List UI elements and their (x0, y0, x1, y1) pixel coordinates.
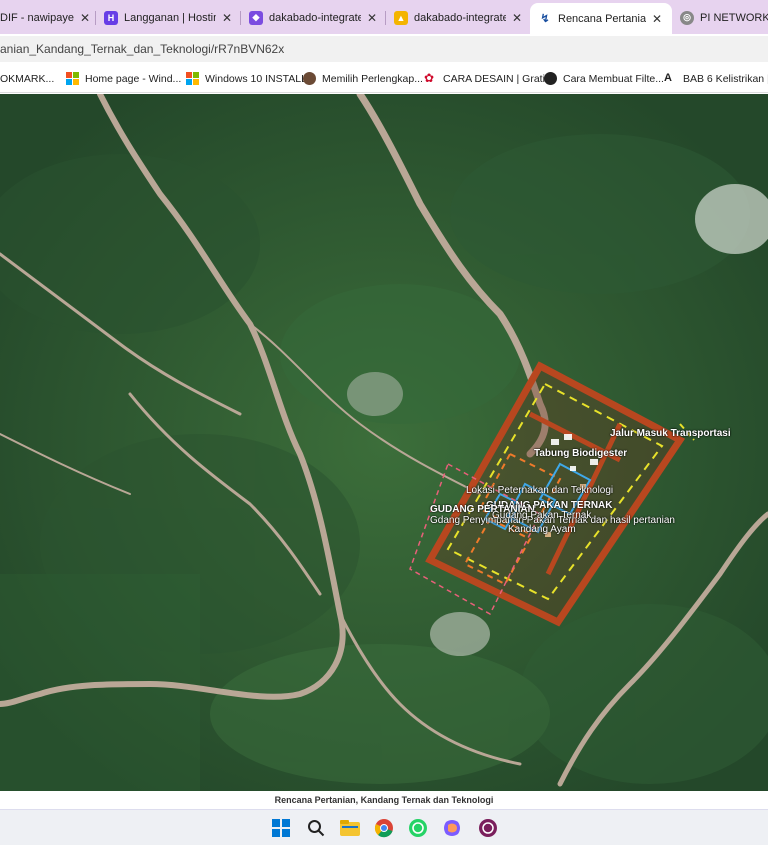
bookmark-label: Cara Membuat Filte... (563, 72, 664, 85)
url-text: anian_Kandang_Ternak_dan_Teknologi/rR7nB… (0, 42, 285, 56)
map-caption: Rencana Pertanian, Kandang Ternak dan Te… (0, 791, 768, 809)
font-icon: A (664, 72, 672, 84)
bookmark-item[interactable]: Cara Membuat Filte... (544, 64, 664, 93)
hostinger-icon: H (104, 10, 118, 25)
bookmark-item[interactable]: Home page - Wind... (66, 64, 181, 93)
windows-icon (66, 72, 79, 85)
close-icon[interactable]: ✕ (510, 11, 524, 25)
file-explorer-icon[interactable] (338, 816, 362, 840)
tab-strip: DIF - nawipayem ✕ H Langganan | Hosting … (0, 0, 768, 34)
bookmark-label: Windows 10 INSTALL (205, 72, 307, 85)
bookmark-label: OKMARK... (0, 72, 55, 85)
close-icon[interactable]: ✕ (78, 11, 92, 25)
bookmark-label: BAB 6 Kelistrikan | F... (683, 72, 768, 85)
drive-icon: ▲ (394, 10, 408, 25)
tab-dakabado-1[interactable]: ◆ dakabado-integrated ✕ (249, 4, 379, 31)
dakabado-icon: ◆ (249, 10, 263, 25)
bookmark-label: Home page - Wind... (85, 72, 182, 85)
bookmark-item[interactable]: Memilih Perlengkap... (303, 64, 423, 93)
site-icon: ↯ (538, 11, 552, 26)
windows-icon (186, 72, 199, 85)
tab-hosting[interactable]: H Langganan | Hosting ✕ (104, 4, 234, 31)
bookmark-item[interactable]: Windows 10 INSTALL (186, 64, 307, 93)
taskbar (0, 809, 768, 845)
tab-label: Langganan | Hosting (124, 11, 216, 24)
tab-pi-network[interactable]: ◎ PI NETWORK & (680, 4, 768, 31)
satellite-map[interactable]: Jalur Masuk Transportasi Tabung Biodiges… (0, 94, 768, 791)
label-transport-route: Jalur Masuk Transportasi (610, 428, 731, 439)
bookmark-item[interactable]: ✿ CARA DESAIN | Gratis (424, 64, 550, 93)
person-icon (303, 72, 316, 85)
bookmark-item[interactable]: A BAB 6 Kelistrikan | F... (664, 64, 768, 93)
label-feed-sub: Gudang Pakan Ternak (492, 510, 592, 521)
address-row: anian_Kandang_Ternak_dan_Teknologi/rR7nB… (0, 34, 768, 64)
tab-rencana-active[interactable]: ↯ Rencana Pertanian, K ✕ (530, 3, 672, 34)
copilot-icon[interactable] (440, 816, 464, 840)
tab-label: dakabado-integrated (414, 11, 506, 24)
label-livestock-location: Lokasi Peternakan dan Teknologi (466, 485, 614, 496)
globe-icon (544, 72, 557, 85)
tab-dakabado-2[interactable]: ▲ dakabado-integrated ✕ (394, 4, 524, 31)
screen: DIF - nawipayem ✕ H Langganan | Hosting … (0, 0, 768, 845)
chrome-icon[interactable] (372, 816, 396, 840)
label-chicken-coop: Kandang Ayam (508, 524, 576, 535)
bookmark-label: CARA DESAIN | Gratis (443, 72, 551, 85)
close-icon[interactable]: ✕ (650, 12, 664, 26)
whatsapp-icon[interactable] (406, 816, 430, 840)
bookmark-label: Memilih Perlengkap... (322, 72, 423, 85)
app-icon[interactable] (476, 816, 500, 840)
tab-label: dakabado-integrated (269, 11, 361, 24)
tab-label: PI NETWORK & (700, 11, 768, 24)
tab-label: DIF - nawipayem (0, 11, 74, 24)
map-canvas (0, 94, 768, 791)
search-icon[interactable] (304, 816, 328, 840)
close-icon[interactable]: ✕ (365, 11, 379, 25)
tab-pdf[interactable]: DIF - nawipayem ✕ (0, 4, 92, 31)
close-icon[interactable]: ✕ (220, 11, 234, 25)
huawei-icon: ✿ (424, 71, 435, 85)
bookmark-item[interactable]: OKMARK... (0, 64, 54, 93)
address-bar[interactable]: anian_Kandang_Ternak_dan_Teknologi/rR7nB… (0, 36, 768, 62)
windows-start-icon[interactable] (269, 816, 293, 840)
bookmarks-bar: OKMARK... Home page - Wind... Windows 10… (0, 64, 768, 93)
pi-icon: ◎ (680, 10, 694, 25)
tab-label: Rencana Pertanian, K (558, 12, 646, 25)
label-biodigester: Tabung Biodigester (534, 448, 628, 459)
